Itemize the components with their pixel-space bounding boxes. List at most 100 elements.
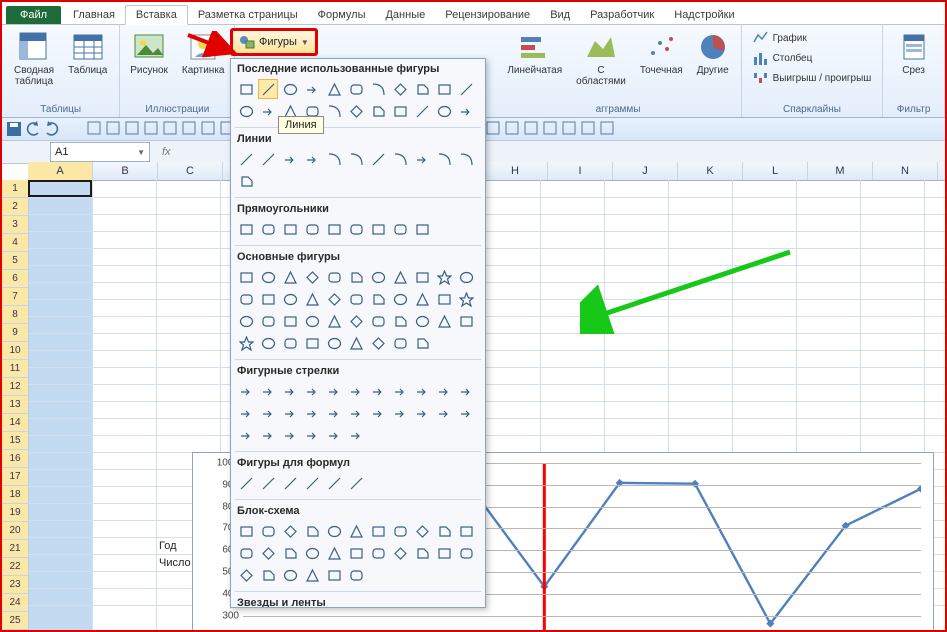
shape-option[interactable]: [346, 219, 366, 239]
shape-option[interactable]: [346, 381, 366, 401]
column-header[interactable]: J: [613, 162, 678, 180]
shape-option[interactable]: [258, 403, 278, 423]
tab-addins[interactable]: Надстройки: [664, 6, 744, 24]
shape-option[interactable]: [258, 149, 278, 169]
shape-option[interactable]: [236, 101, 256, 121]
shape-option[interactable]: [280, 521, 300, 541]
shape-option[interactable]: [258, 267, 278, 287]
qat-small-icon[interactable]: [523, 120, 539, 139]
row-header[interactable]: 7: [2, 288, 28, 306]
shape-option[interactable]: [236, 311, 256, 331]
qat-small-icon[interactable]: [143, 120, 159, 139]
shape-option[interactable]: [324, 403, 344, 423]
shape-option[interactable]: [236, 149, 256, 169]
shape-option[interactable]: [258, 289, 278, 309]
row-header[interactable]: 21: [2, 540, 28, 558]
row-header[interactable]: 19: [2, 504, 28, 522]
shape-option[interactable]: [456, 79, 476, 99]
shape-option[interactable]: [434, 403, 454, 423]
row-header[interactable]: 13: [2, 396, 28, 414]
tab-view[interactable]: Вид: [540, 6, 580, 24]
shape-option[interactable]: [412, 289, 432, 309]
shape-option[interactable]: [368, 381, 388, 401]
shape-option[interactable]: [302, 425, 322, 445]
shape-option[interactable]: [280, 267, 300, 287]
shape-option[interactable]: [368, 333, 388, 353]
shape-option[interactable]: [302, 543, 322, 563]
shape-option[interactable]: [324, 149, 344, 169]
shape-option[interactable]: [236, 171, 256, 191]
tab-page-layout[interactable]: Разметка страницы: [188, 6, 308, 24]
shape-option[interactable]: [346, 149, 366, 169]
shape-option[interactable]: [258, 101, 278, 121]
row-header[interactable]: 8: [2, 306, 28, 324]
shape-option[interactable]: [390, 311, 410, 331]
shape-option[interactable]: [368, 289, 388, 309]
shape-option[interactable]: [456, 101, 476, 121]
shape-option[interactable]: [412, 403, 432, 423]
shape-option[interactable]: [236, 473, 256, 493]
shape-option[interactable]: [236, 289, 256, 309]
save-icon[interactable]: [6, 121, 22, 137]
column-header[interactable]: I: [548, 162, 613, 180]
shape-option[interactable]: [412, 149, 432, 169]
shape-option[interactable]: [412, 333, 432, 353]
shape-option[interactable]: [258, 565, 278, 585]
tab-review[interactable]: Рецензирование: [435, 6, 540, 24]
row-header[interactable]: 1: [2, 180, 28, 198]
shape-option[interactable]: [390, 381, 410, 401]
shape-option[interactable]: [280, 403, 300, 423]
row-header[interactable]: 25: [2, 612, 28, 630]
column-header[interactable]: M: [808, 162, 873, 180]
qat-small-icon[interactable]: [200, 120, 216, 139]
shape-option[interactable]: [346, 565, 366, 585]
shape-option[interactable]: [280, 219, 300, 239]
shape-option[interactable]: [258, 521, 278, 541]
shape-option[interactable]: [390, 543, 410, 563]
row-header[interactable]: 15: [2, 432, 28, 450]
shape-option[interactable]: [302, 79, 322, 99]
row-header[interactable]: 3: [2, 216, 28, 234]
shape-option[interactable]: [324, 289, 344, 309]
shape-option[interactable]: [324, 219, 344, 239]
shape-option[interactable]: [236, 425, 256, 445]
shape-option[interactable]: [280, 149, 300, 169]
qat-small-icon[interactable]: [561, 120, 577, 139]
shape-option[interactable]: [324, 381, 344, 401]
redo-icon[interactable]: [44, 121, 60, 137]
qat-small-icon[interactable]: [504, 120, 520, 139]
shape-option[interactable]: [324, 473, 344, 493]
shape-option[interactable]: [434, 521, 454, 541]
shape-option[interactable]: [412, 543, 432, 563]
shape-option[interactable]: [456, 311, 476, 331]
shape-option[interactable]: [412, 79, 432, 99]
shape-option[interactable]: [258, 219, 278, 239]
shape-option[interactable]: [434, 381, 454, 401]
shape-option[interactable]: [434, 267, 454, 287]
shape-option[interactable]: [302, 565, 322, 585]
shape-option[interactable]: [324, 267, 344, 287]
name-box[interactable]: A1▼: [50, 142, 150, 162]
row-header[interactable]: 4: [2, 234, 28, 252]
shape-option[interactable]: [280, 381, 300, 401]
shape-option[interactable]: [280, 101, 300, 121]
tab-file[interactable]: Файл: [6, 6, 61, 24]
sparkline-winloss-button[interactable]: Выигрыш / проигрыш: [751, 69, 874, 87]
shape-option[interactable]: [324, 425, 344, 445]
column-header[interactable]: K: [678, 162, 743, 180]
area-chart-button[interactable]: С областями: [572, 29, 630, 89]
shape-option[interactable]: [412, 381, 432, 401]
shape-option[interactable]: [346, 521, 366, 541]
shape-option[interactable]: [280, 333, 300, 353]
slicer-button[interactable]: Срез: [894, 29, 934, 78]
column-header[interactable]: L: [743, 162, 808, 180]
shape-option[interactable]: [302, 219, 322, 239]
shape-option[interactable]: [434, 543, 454, 563]
row-header[interactable]: 24: [2, 594, 28, 612]
shape-option[interactable]: [236, 381, 256, 401]
shape-option[interactable]: [346, 425, 366, 445]
shape-option[interactable]: [346, 403, 366, 423]
shape-option[interactable]: [346, 311, 366, 331]
qat-small-icon[interactable]: [542, 120, 558, 139]
qat-small-icon[interactable]: [599, 120, 615, 139]
